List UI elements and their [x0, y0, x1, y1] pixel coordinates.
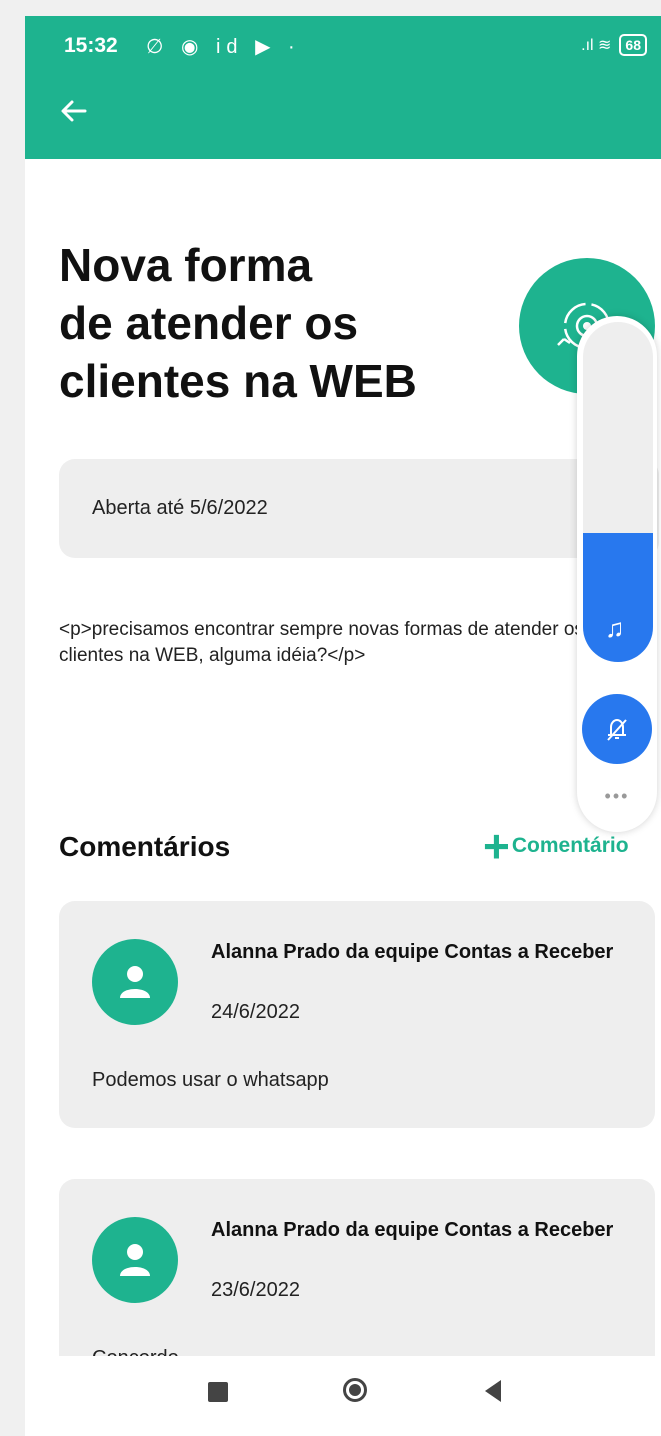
comment-author: Alanna Prado da equipe Contas a Receber — [211, 941, 614, 963]
music-note-icon: ♫ — [605, 613, 625, 643]
deadline-card: Aberta até 5/6/2022 — [59, 459, 659, 558]
notification-icons: ∅ ◉ id ▶ · — [146, 36, 301, 58]
app-bar: 15:32 ∅ ◉ id ▶ · .ıl ≋ 68 — [25, 16, 661, 159]
user-icon — [120, 1244, 150, 1276]
bell-off-icon — [607, 718, 627, 741]
status-right: .ıl ≋ 68 — [581, 34, 647, 56]
recents-button[interactable] — [208, 1382, 228, 1402]
comment-card: Alanna Prado da equipe Contas a Receber … — [59, 901, 655, 1128]
idea-description: <p>precisamos encontrar sempre novas for… — [59, 619, 584, 666]
page-title: Nova forma de atender os clientes na WEB — [59, 239, 417, 407]
deadline-text: Aberta até 5/6/2022 — [92, 497, 268, 519]
more-options-icon[interactable]: ••• — [595, 786, 639, 807]
avatar — [92, 1217, 178, 1303]
signal-wifi-icon: .ıl ≋ — [581, 37, 612, 54]
comment-date: 23/6/2022 — [211, 1279, 300, 1301]
status-time: 15:32 — [64, 34, 118, 57]
volume-slider[interactable]: ♫ — [583, 322, 653, 662]
add-comment-button[interactable]: + Comentário — [483, 820, 629, 872]
system-nav-bar — [25, 1356, 661, 1436]
mute-bell-button[interactable] — [582, 694, 652, 764]
battery-icon: 68 — [619, 34, 647, 56]
back-arrow-icon[interactable] — [59, 96, 89, 126]
home-button[interactable] — [343, 1378, 367, 1402]
app-screen: 15:32 ∅ ◉ id ▶ · .ıl ≋ 68 Nova forma de … — [25, 16, 661, 1436]
user-icon — [120, 966, 150, 998]
comment-author: Alanna Prado da equipe Contas a Receber — [211, 1219, 614, 1241]
avatar — [92, 939, 178, 1025]
add-comment-label: Comentário — [511, 834, 629, 857]
volume-panel: ♫ ••• — [577, 316, 657, 832]
back-button[interactable] — [485, 1380, 501, 1402]
comments-heading: Comentários — [59, 831, 231, 862]
plus-icon: + — [483, 820, 510, 872]
comment-date: 24/6/2022 — [211, 1001, 300, 1023]
comment-text: Podemos usar o whatsapp — [92, 1069, 329, 1091]
